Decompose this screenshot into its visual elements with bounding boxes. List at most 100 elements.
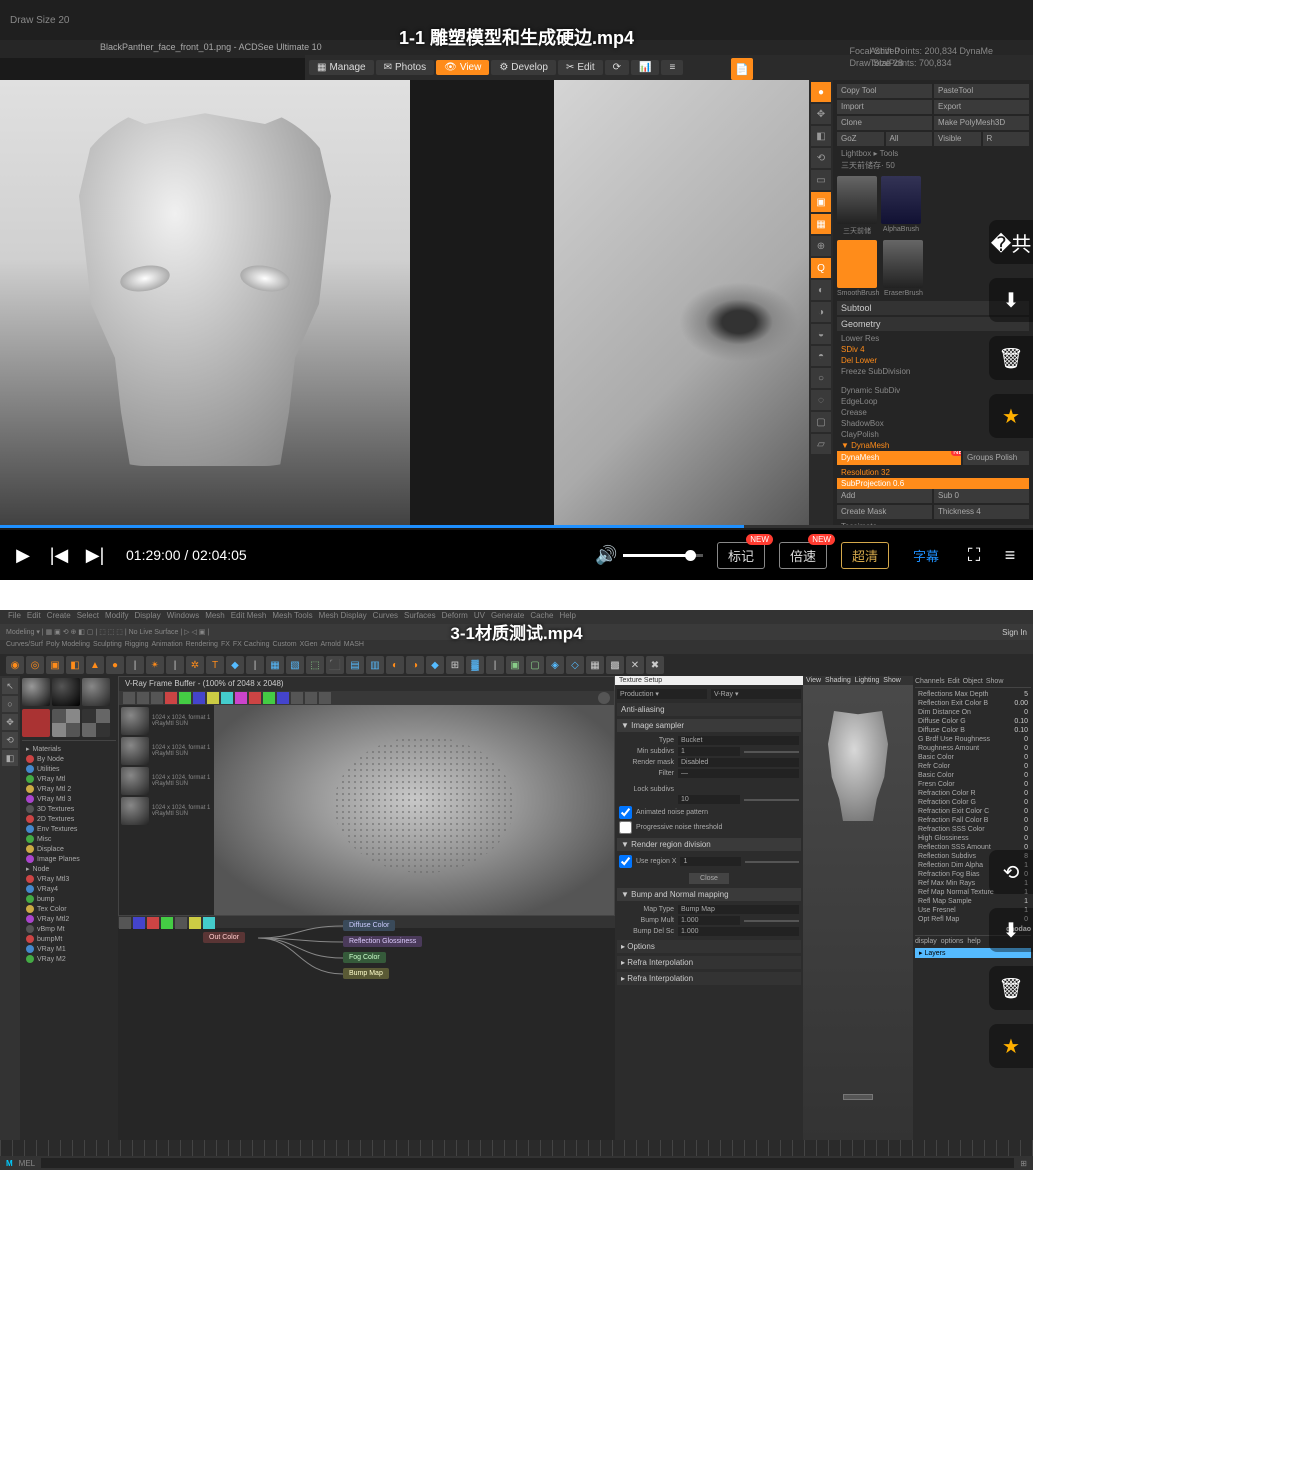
prog-noise-checkbox[interactable] (619, 821, 632, 834)
vray-logo-icon[interactable] (598, 692, 610, 704)
channel-row[interactable]: Refraction Color G0 (915, 798, 1031, 807)
dynamesh-section[interactable]: ▼ DynaMesh (837, 440, 1029, 451)
shelf-icon[interactable]: ✕ (626, 656, 644, 674)
vfb-tool-icon[interactable] (137, 692, 149, 704)
history-item[interactable]: 1024 x 1024, format 1vRayMtl SUN (121, 737, 212, 765)
aa-section[interactable]: Anti-aliasing (617, 703, 801, 716)
chbox-tab[interactable]: Edit (948, 678, 960, 685)
channel-row[interactable]: Refr Color0 (915, 762, 1031, 771)
shelf-icon[interactable]: ▣ (506, 656, 524, 674)
tool-icon[interactable]: ● (811, 82, 831, 102)
document-icon-button[interactable]: 📄 (731, 58, 753, 80)
xpose-icon[interactable]: Q (811, 258, 831, 278)
tab-production[interactable]: Production ▾ (617, 689, 707, 699)
chbox-tab[interactable]: Show (986, 678, 1004, 685)
channel-row[interactable]: Basic Color0 (915, 771, 1031, 780)
shelf-icon[interactable]: ▥ (366, 656, 384, 674)
channel-row[interactable]: Reflection Exit Color B0.00 (915, 699, 1031, 708)
menu-display[interactable]: Display (135, 611, 161, 623)
shelf-tab[interactable]: MASH (344, 641, 364, 653)
menu-button[interactable]: ≡ (661, 60, 683, 75)
download-icon[interactable]: ⬇ (989, 908, 1033, 952)
shelf-icon[interactable]: ✲ (186, 656, 204, 674)
timeline[interactable] (0, 1140, 1033, 1156)
shelf-icon[interactable]: ⊞ (446, 656, 464, 674)
playlist-button[interactable]: ≡ (999, 545, 1021, 566)
outliner-item[interactable]: Tex Color (22, 904, 116, 914)
shelf-icon[interactable]: ◧ (66, 656, 84, 674)
node-bump[interactable]: Bump Map (343, 968, 389, 979)
add-btn[interactable]: Add (837, 489, 932, 503)
outliner-item[interactable]: VRay Mtl 3 (22, 794, 116, 804)
dynamesh-btn[interactable]: DynaMesh NE (837, 451, 961, 465)
vp-menu[interactable]: View (806, 677, 821, 684)
menu-meshdisplay[interactable]: Mesh Display (319, 611, 367, 623)
a-icon[interactable]: ◐ (811, 280, 831, 300)
filter-select[interactable]: — (678, 769, 799, 778)
share-icon[interactable]: �共 (989, 220, 1033, 264)
g-icon[interactable]: ▢ (811, 412, 831, 432)
channel-row[interactable]: Refraction Color R0 (915, 789, 1031, 798)
vp-menu[interactable]: Shading (825, 677, 851, 684)
outliner-item[interactable]: VRay M2 (22, 954, 116, 964)
channel-row[interactable]: Refraction Exit Color C0 (915, 807, 1031, 816)
reference-viewport[interactable] (0, 80, 410, 528)
zbrush-canvas[interactable] (554, 80, 809, 528)
history-item[interactable]: 1024 x 1024, format 1vRayMtl SUN (121, 767, 212, 795)
f-icon[interactable]: ◌ (811, 390, 831, 410)
menu-surfaces[interactable]: Surfaces (404, 611, 436, 623)
volume-control[interactable]: 🔊 (595, 545, 703, 566)
empty-graph-area[interactable] (118, 1028, 615, 1140)
brush-2[interactable]: EraserBrush (883, 240, 923, 297)
node-fog-color[interactable]: Fog Color (343, 952, 386, 963)
command-line[interactable] (41, 1158, 1014, 1168)
ng-tool-icon[interactable] (133, 917, 145, 929)
shelf-icon[interactable]: ▧ (286, 656, 304, 674)
shelf-icon[interactable]: ◆ (426, 656, 444, 674)
channel-row[interactable]: Roughness Amount0 (915, 744, 1031, 753)
local-icon[interactable]: ⊕ (811, 236, 831, 256)
brush-1[interactable]: SmoothBrush (837, 240, 879, 297)
volume-slider[interactable] (623, 554, 703, 557)
shelf-tab[interactable]: XGen (300, 641, 318, 653)
mat-thumb[interactable] (82, 678, 110, 706)
progress-bar[interactable] (0, 525, 1033, 528)
node-graph[interactable]: Out Color Diffuse Color Reflection Gloss… (118, 916, 615, 1028)
thumb-2[interactable]: AlphaBrush (881, 176, 921, 236)
d-icon[interactable]: ◓ (811, 346, 831, 366)
channel-row[interactable]: Fresn Color0 (915, 780, 1031, 789)
outliner-item[interactable]: bump (22, 894, 116, 904)
shelf-tab[interactable]: Curves/Surf (6, 641, 43, 653)
close-button[interactable]: Close (689, 873, 729, 884)
menu-curves[interactable]: Curves (373, 611, 398, 623)
vfb-tool-icon[interactable] (221, 692, 233, 704)
menu-modify[interactable]: Modify (105, 611, 129, 623)
channel-row[interactable]: Reflections Max Depth5 (915, 690, 1031, 699)
mark-button[interactable]: 标记 NEW (717, 542, 765, 569)
noise-checkbox[interactable] (619, 806, 632, 819)
e-icon[interactable]: ○ (811, 368, 831, 388)
shelf-icon[interactable]: ▲ (86, 656, 104, 674)
channel-row[interactable]: Dim Distance On0 (915, 708, 1031, 717)
shelf-icon[interactable]: ▓ (466, 656, 484, 674)
copytool[interactable]: Copy Tool (837, 84, 932, 98)
rotate-tool-icon[interactable]: ⟲ (2, 732, 18, 748)
shelf-icon[interactable]: ▦ (586, 656, 604, 674)
shelf-icon[interactable]: ◈ (546, 656, 564, 674)
photos-button[interactable]: ✉Photos (376, 60, 435, 75)
shelf-icon[interactable]: ◐ (386, 656, 404, 674)
ng-tool-icon[interactable] (161, 917, 173, 929)
chbox-tab[interactable]: Channels (915, 678, 945, 685)
delete-icon[interactable]: 🗑 (989, 966, 1033, 1010)
mat-thumb[interactable] (82, 709, 110, 737)
rendermask-select[interactable]: Disabled (678, 758, 799, 767)
outliner-item[interactable]: By Node (22, 754, 116, 764)
ng-tool-icon[interactable] (175, 917, 187, 929)
outliner-item[interactable]: VRay Mtl (22, 774, 116, 784)
outliner-item[interactable]: vBmp Mt (22, 924, 116, 934)
select-tool-icon[interactable]: ↖ (2, 678, 18, 694)
mat-thumb[interactable] (52, 709, 80, 737)
polymesh-btn[interactable]: Make PolyMesh3D (934, 116, 1029, 130)
shelf-icon[interactable]: | (486, 656, 504, 674)
visible-btn[interactable]: Visible (934, 132, 981, 146)
